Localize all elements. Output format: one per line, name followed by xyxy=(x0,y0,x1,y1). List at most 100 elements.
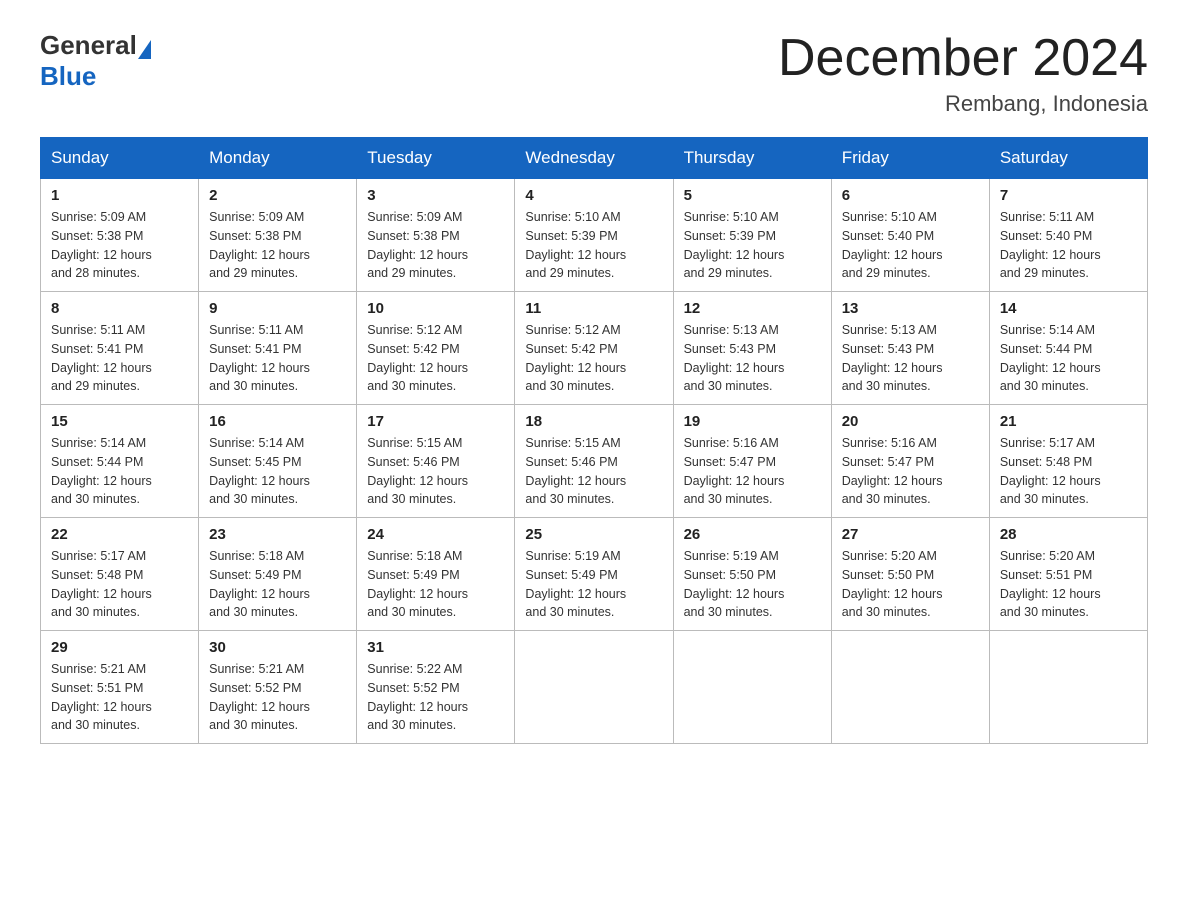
table-row: 9 Sunrise: 5:11 AMSunset: 5:41 PMDayligh… xyxy=(199,292,357,405)
day-info: Sunrise: 5:15 AMSunset: 5:46 PMDaylight:… xyxy=(367,436,468,506)
day-number: 23 xyxy=(209,526,346,543)
day-info: Sunrise: 5:11 AMSunset: 5:41 PMDaylight:… xyxy=(209,323,310,393)
day-info: Sunrise: 5:12 AMSunset: 5:42 PMDaylight:… xyxy=(367,323,468,393)
day-number: 7 xyxy=(1000,187,1137,204)
day-info: Sunrise: 5:15 AMSunset: 5:46 PMDaylight:… xyxy=(525,436,626,506)
table-row: 5 Sunrise: 5:10 AMSunset: 5:39 PMDayligh… xyxy=(673,179,831,292)
table-row: 15 Sunrise: 5:14 AMSunset: 5:44 PMDaylig… xyxy=(41,405,199,518)
day-number: 14 xyxy=(1000,300,1137,317)
table-row: 20 Sunrise: 5:16 AMSunset: 5:47 PMDaylig… xyxy=(831,405,989,518)
table-row: 21 Sunrise: 5:17 AMSunset: 5:48 PMDaylig… xyxy=(989,405,1147,518)
day-info: Sunrise: 5:17 AMSunset: 5:48 PMDaylight:… xyxy=(51,549,152,619)
logo-triangle-icon xyxy=(138,40,151,59)
table-row: 27 Sunrise: 5:20 AMSunset: 5:50 PMDaylig… xyxy=(831,518,989,631)
table-row: 18 Sunrise: 5:15 AMSunset: 5:46 PMDaylig… xyxy=(515,405,673,518)
col-saturday: Saturday xyxy=(989,138,1147,179)
table-row: 22 Sunrise: 5:17 AMSunset: 5:48 PMDaylig… xyxy=(41,518,199,631)
table-row: 4 Sunrise: 5:10 AMSunset: 5:39 PMDayligh… xyxy=(515,179,673,292)
day-info: Sunrise: 5:10 AMSunset: 5:40 PMDaylight:… xyxy=(842,210,943,280)
table-row: 25 Sunrise: 5:19 AMSunset: 5:49 PMDaylig… xyxy=(515,518,673,631)
day-number: 17 xyxy=(367,413,504,430)
table-row xyxy=(831,631,989,744)
logo: General Blue xyxy=(40,30,151,92)
day-info: Sunrise: 5:09 AMSunset: 5:38 PMDaylight:… xyxy=(367,210,468,280)
table-row: 11 Sunrise: 5:12 AMSunset: 5:42 PMDaylig… xyxy=(515,292,673,405)
day-number: 29 xyxy=(51,639,188,656)
col-tuesday: Tuesday xyxy=(357,138,515,179)
day-info: Sunrise: 5:19 AMSunset: 5:49 PMDaylight:… xyxy=(525,549,626,619)
day-number: 15 xyxy=(51,413,188,430)
table-row: 30 Sunrise: 5:21 AMSunset: 5:52 PMDaylig… xyxy=(199,631,357,744)
table-row: 26 Sunrise: 5:19 AMSunset: 5:50 PMDaylig… xyxy=(673,518,831,631)
table-row: 31 Sunrise: 5:22 AMSunset: 5:52 PMDaylig… xyxy=(357,631,515,744)
table-row: 6 Sunrise: 5:10 AMSunset: 5:40 PMDayligh… xyxy=(831,179,989,292)
day-info: Sunrise: 5:14 AMSunset: 5:45 PMDaylight:… xyxy=(209,436,310,506)
day-info: Sunrise: 5:21 AMSunset: 5:52 PMDaylight:… xyxy=(209,662,310,732)
col-friday: Friday xyxy=(831,138,989,179)
day-number: 2 xyxy=(209,187,346,204)
day-info: Sunrise: 5:13 AMSunset: 5:43 PMDaylight:… xyxy=(684,323,785,393)
day-number: 25 xyxy=(525,526,662,543)
day-number: 6 xyxy=(842,187,979,204)
day-info: Sunrise: 5:14 AMSunset: 5:44 PMDaylight:… xyxy=(51,436,152,506)
day-info: Sunrise: 5:19 AMSunset: 5:50 PMDaylight:… xyxy=(684,549,785,619)
table-row: 10 Sunrise: 5:12 AMSunset: 5:42 PMDaylig… xyxy=(357,292,515,405)
table-row: 16 Sunrise: 5:14 AMSunset: 5:45 PMDaylig… xyxy=(199,405,357,518)
calendar-subtitle: Rembang, Indonesia xyxy=(778,91,1148,117)
table-row: 12 Sunrise: 5:13 AMSunset: 5:43 PMDaylig… xyxy=(673,292,831,405)
table-row: 14 Sunrise: 5:14 AMSunset: 5:44 PMDaylig… xyxy=(989,292,1147,405)
calendar-week-row: 22 Sunrise: 5:17 AMSunset: 5:48 PMDaylig… xyxy=(41,518,1148,631)
calendar-week-row: 29 Sunrise: 5:21 AMSunset: 5:51 PMDaylig… xyxy=(41,631,1148,744)
table-row xyxy=(673,631,831,744)
day-number: 30 xyxy=(209,639,346,656)
day-number: 19 xyxy=(684,413,821,430)
day-number: 3 xyxy=(367,187,504,204)
table-row: 7 Sunrise: 5:11 AMSunset: 5:40 PMDayligh… xyxy=(989,179,1147,292)
day-number: 26 xyxy=(684,526,821,543)
col-thursday: Thursday xyxy=(673,138,831,179)
day-number: 13 xyxy=(842,300,979,317)
day-info: Sunrise: 5:22 AMSunset: 5:52 PMDaylight:… xyxy=(367,662,468,732)
day-info: Sunrise: 5:11 AMSunset: 5:40 PMDaylight:… xyxy=(1000,210,1101,280)
day-info: Sunrise: 5:21 AMSunset: 5:51 PMDaylight:… xyxy=(51,662,152,732)
table-row: 23 Sunrise: 5:18 AMSunset: 5:49 PMDaylig… xyxy=(199,518,357,631)
col-wednesday: Wednesday xyxy=(515,138,673,179)
day-info: Sunrise: 5:20 AMSunset: 5:50 PMDaylight:… xyxy=(842,549,943,619)
table-row: 8 Sunrise: 5:11 AMSunset: 5:41 PMDayligh… xyxy=(41,292,199,405)
logo-general-text: General xyxy=(40,30,137,60)
day-number: 24 xyxy=(367,526,504,543)
day-number: 10 xyxy=(367,300,504,317)
table-row: 29 Sunrise: 5:21 AMSunset: 5:51 PMDaylig… xyxy=(41,631,199,744)
day-number: 21 xyxy=(1000,413,1137,430)
table-row: 17 Sunrise: 5:15 AMSunset: 5:46 PMDaylig… xyxy=(357,405,515,518)
day-number: 5 xyxy=(684,187,821,204)
day-info: Sunrise: 5:11 AMSunset: 5:41 PMDaylight:… xyxy=(51,323,152,393)
day-info: Sunrise: 5:14 AMSunset: 5:44 PMDaylight:… xyxy=(1000,323,1101,393)
day-number: 31 xyxy=(367,639,504,656)
table-row: 24 Sunrise: 5:18 AMSunset: 5:49 PMDaylig… xyxy=(357,518,515,631)
day-number: 8 xyxy=(51,300,188,317)
day-info: Sunrise: 5:16 AMSunset: 5:47 PMDaylight:… xyxy=(842,436,943,506)
page-header: General Blue December 2024 Rembang, Indo… xyxy=(40,30,1148,117)
day-number: 22 xyxy=(51,526,188,543)
day-info: Sunrise: 5:12 AMSunset: 5:42 PMDaylight:… xyxy=(525,323,626,393)
table-row xyxy=(515,631,673,744)
day-number: 9 xyxy=(209,300,346,317)
table-row xyxy=(989,631,1147,744)
day-info: Sunrise: 5:13 AMSunset: 5:43 PMDaylight:… xyxy=(842,323,943,393)
day-number: 16 xyxy=(209,413,346,430)
calendar-header-row: Sunday Monday Tuesday Wednesday Thursday… xyxy=(41,138,1148,179)
day-number: 12 xyxy=(684,300,821,317)
day-info: Sunrise: 5:17 AMSunset: 5:48 PMDaylight:… xyxy=(1000,436,1101,506)
calendar-table: Sunday Monday Tuesday Wednesday Thursday… xyxy=(40,137,1148,744)
logo-blue-text: Blue xyxy=(40,61,96,91)
day-info: Sunrise: 5:16 AMSunset: 5:47 PMDaylight:… xyxy=(684,436,785,506)
day-number: 1 xyxy=(51,187,188,204)
day-info: Sunrise: 5:18 AMSunset: 5:49 PMDaylight:… xyxy=(367,549,468,619)
table-row: 28 Sunrise: 5:20 AMSunset: 5:51 PMDaylig… xyxy=(989,518,1147,631)
day-info: Sunrise: 5:10 AMSunset: 5:39 PMDaylight:… xyxy=(684,210,785,280)
calendar-week-row: 1 Sunrise: 5:09 AMSunset: 5:38 PMDayligh… xyxy=(41,179,1148,292)
calendar-title: December 2024 xyxy=(778,30,1148,87)
day-number: 4 xyxy=(525,187,662,204)
col-sunday: Sunday xyxy=(41,138,199,179)
